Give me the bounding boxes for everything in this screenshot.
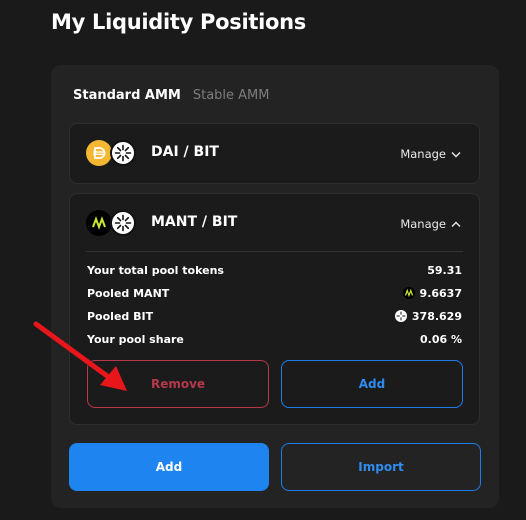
detail-label: Pooled MANT [87,286,170,300]
chevron-down-icon [451,151,461,157]
detail-value: 0.06 % [420,332,462,346]
detail-row-total-pool-tokens: Your total pool tokens 59.31 [87,262,462,278]
detail-row-pool-share: Your pool share 0.06 % [87,331,462,347]
add-liquidity-button[interactable]: Add [281,360,463,408]
detail-row-pooled-bit: Pooled BIT 378.629 [87,308,462,324]
position-header[interactable]: DAI / BIT Manage [70,124,479,182]
detail-label: Pooled BIT [87,309,154,323]
detail-label: Your pool share [87,332,184,346]
detail-value-group: 9.6637 [402,286,462,300]
token-pair-icons [86,210,136,236]
liquidity-panel: Standard AMM Stable AMM DAI / BIT Manage… [51,65,499,508]
mant-icon [86,210,112,236]
page-title: My Liquidity Positions [51,10,306,34]
dai-icon [86,140,112,166]
detail-row-pooled-mant: Pooled MANT 9.6637 [87,285,462,301]
tab-standard-amm[interactable]: Standard AMM [73,88,181,103]
tab-stable-amm[interactable]: Stable AMM [193,88,270,103]
mant-icon [402,287,415,299]
pair-name: MANT / BIT [151,214,238,230]
manage-label: Manage [400,147,446,161]
detail-value: 9.6637 [419,286,462,300]
manage-button[interactable]: Manage [400,217,461,231]
bit-icon [110,210,136,236]
manage-label: Manage [400,217,446,231]
add-button[interactable]: Add [69,443,269,491]
token-pair-icons [86,140,136,166]
bit-icon [110,140,136,166]
divider [86,251,463,252]
manage-button[interactable]: Manage [400,147,461,161]
chevron-up-icon [451,221,461,227]
position-header[interactable]: MANT / BIT Manage [70,194,479,252]
amm-tabs: Standard AMM Stable AMM [73,88,270,103]
detail-value-group: 378.629 [394,309,462,323]
pair-name: DAI / BIT [151,144,219,160]
bit-icon [394,310,407,322]
remove-button[interactable]: Remove [87,360,269,408]
position-card-mant-bit: MANT / BIT Manage Your total pool tokens… [69,193,480,425]
detail-label: Your total pool tokens [87,263,224,277]
import-button[interactable]: Import [281,443,481,491]
detail-value: 378.629 [411,309,462,323]
position-card-dai-bit: DAI / BIT Manage [69,123,480,184]
detail-value: 59.31 [427,263,462,277]
